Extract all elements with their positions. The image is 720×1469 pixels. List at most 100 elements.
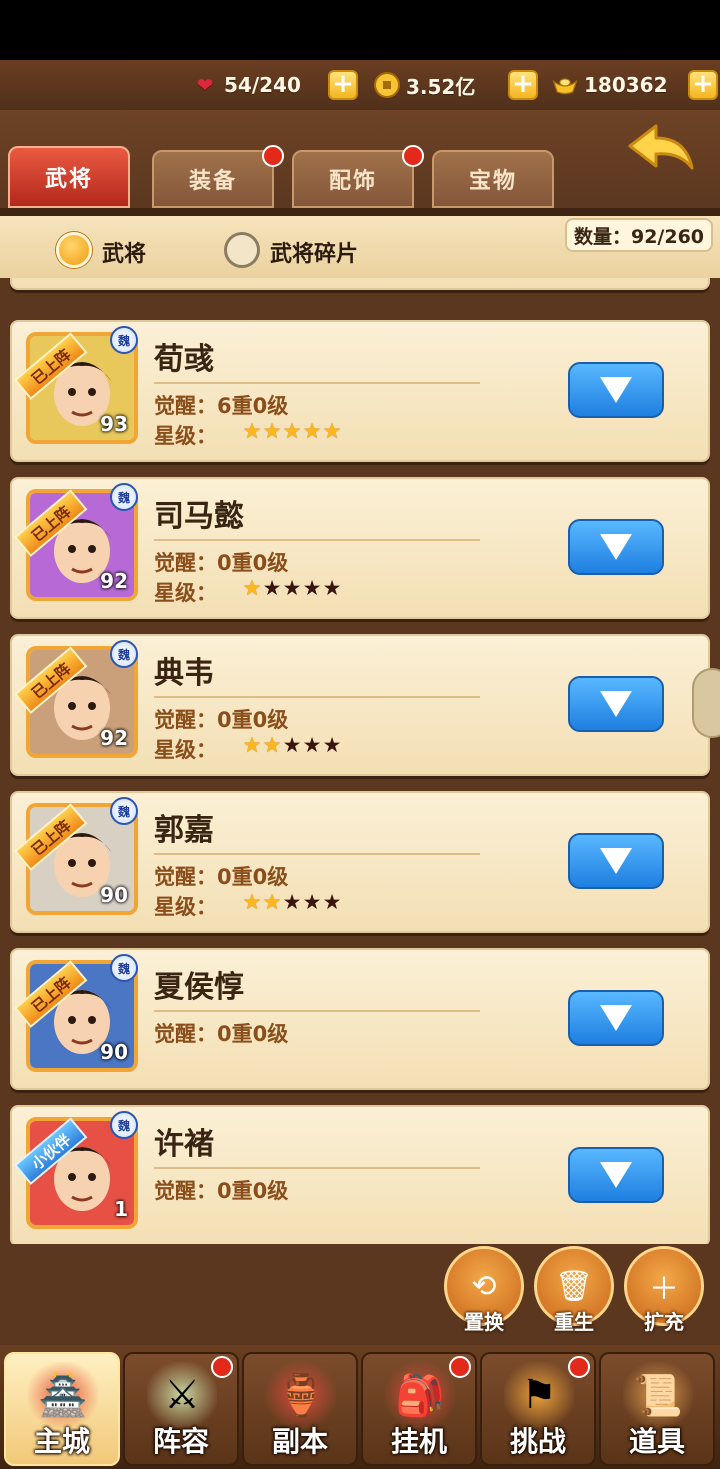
star-icon: ★	[262, 576, 282, 600]
tab-treasures[interactable]: 宝物	[432, 150, 554, 208]
radio-hero-fragments[interactable]	[224, 232, 260, 268]
accessories-badge	[402, 145, 424, 167]
tab-heroes[interactable]: 武将	[8, 146, 130, 208]
back-button[interactable]	[626, 122, 696, 178]
expand-details-button[interactable]	[568, 833, 664, 889]
nav-label: 挂机	[390, 1425, 447, 1458]
triangle-down-icon	[600, 1162, 632, 1188]
star-label: 星级：	[154, 424, 217, 448]
nav-badge	[211, 1356, 233, 1378]
gold-display: 180362	[552, 68, 668, 102]
name-underline	[154, 539, 480, 541]
star-icon: ★	[262, 733, 282, 757]
star-icon: ★	[242, 890, 262, 914]
name-underline	[154, 1167, 480, 1169]
list-item[interactable]: 90 魏已上阵 夏侯惇 觉醒：0重0级	[10, 948, 710, 1090]
name-underline	[154, 696, 480, 698]
list-item[interactable]: 92 魏已上阵 典韦 觉醒：0重0级 星级： ★ ★ ★ ★ ★	[10, 634, 710, 776]
add-coins-button[interactable]: +	[508, 70, 538, 100]
expand-details-button[interactable]	[568, 990, 664, 1046]
star-icon: ★	[302, 419, 322, 443]
awaken-level: 觉醒：0重0级	[154, 865, 289, 889]
swap-icon: ⟲	[471, 1268, 497, 1304]
add-stamina-button[interactable]: +	[328, 70, 358, 100]
triangle-down-icon	[600, 691, 632, 717]
stamina-display: ❤ 54/240	[192, 68, 301, 102]
divider	[0, 208, 720, 216]
rebirth-label: 重生	[554, 1310, 594, 1334]
gold-ingot-icon	[552, 72, 578, 98]
faction-badge: 魏	[110, 483, 138, 511]
star-rating: ★ ★ ★ ★ ★	[242, 420, 342, 442]
expand-details-button[interactable]	[568, 676, 664, 732]
back-arrow-icon	[628, 124, 694, 170]
equipment-badge	[262, 145, 284, 167]
name-underline	[154, 382, 480, 384]
star-icon: ★	[322, 733, 342, 757]
hero-level: 90	[100, 1040, 128, 1064]
hero-count: 数量：92/260	[565, 218, 713, 252]
dungeon-icon: 🏺	[266, 1362, 336, 1428]
tab-accessories[interactable]: 配饰	[292, 150, 414, 208]
nav-badge	[449, 1356, 471, 1378]
star-icon: ★	[322, 419, 342, 443]
stamina-value: 54/240	[224, 73, 301, 97]
radio-heroes-label[interactable]: 武将	[102, 236, 146, 268]
nav-idle[interactable]: 🎒 挂机	[361, 1352, 477, 1466]
radio-heroes[interactable]	[56, 232, 92, 268]
hero-level: 92	[100, 726, 128, 750]
hero-level: 1	[114, 1197, 128, 1221]
hero-name: 典韦	[154, 656, 214, 691]
star-label: 星级：	[154, 738, 217, 762]
nav-label: 阵容	[152, 1425, 209, 1458]
nav-items[interactable]: 📜 道具	[599, 1352, 715, 1466]
tab-equipment[interactable]: 装备	[152, 150, 274, 208]
star-icon: ★	[242, 419, 262, 443]
nav-label: 道具	[628, 1425, 685, 1458]
coins-display: 3.52亿	[374, 68, 475, 102]
heart-icon: ❤	[196, 73, 214, 97]
triangle-down-icon	[600, 377, 632, 403]
star-label: 星级：	[154, 895, 217, 919]
hero-level: 93	[100, 412, 128, 436]
star-rating: ★ ★ ★ ★ ★	[242, 734, 342, 756]
gold-value: 180362	[584, 73, 668, 97]
star-icon: ★	[282, 733, 302, 757]
nav-dungeon[interactable]: 🏺 副本	[242, 1352, 358, 1466]
expand-bag-icon: ＋	[649, 1272, 679, 1307]
coin-icon	[374, 72, 400, 98]
nav-challenge[interactable]: ⚑ 挑战	[480, 1352, 596, 1466]
star-icon: ★	[242, 733, 262, 757]
list-item[interactable]: 93 魏已上阵 荀彧 觉醒：6重0级 星级： ★ ★ ★ ★ ★	[10, 320, 710, 462]
trash-icon: 🗑	[554, 1268, 594, 1304]
radio-hero-fragments-label[interactable]: 武将碎片	[270, 236, 358, 268]
awaken-level: 觉醒：6重0级	[154, 394, 289, 418]
star-icon: ★	[262, 419, 282, 443]
nav-label: 主城	[33, 1425, 90, 1458]
hero-name: 许褚	[154, 1127, 214, 1162]
star-rating: ★ ★ ★ ★ ★	[242, 891, 342, 913]
side-scroll-handle[interactable]	[692, 668, 720, 738]
expand-details-button[interactable]	[568, 362, 664, 418]
star-icon: ★	[302, 890, 322, 914]
coins-value: 3.52亿	[406, 74, 476, 99]
idle-icon: 🎒	[385, 1362, 455, 1428]
star-rating: ★ ★ ★ ★ ★	[242, 577, 342, 599]
hero-list[interactable]: 93 魏已上阵 荀彧 觉醒：6重0级 星级： ★ ★ ★ ★ ★ 92 魏已上阵 司马懿 觉醒：0重0级星…	[0, 278, 720, 1244]
faction-badge: 魏	[110, 1111, 138, 1139]
star-icon: ★	[282, 890, 302, 914]
awaken-level: 觉醒：0重0级	[154, 1022, 289, 1046]
triangle-down-icon	[600, 848, 632, 874]
hero-level: 90	[100, 883, 128, 907]
nav-lineup[interactable]: ⚔ 阵容	[123, 1352, 239, 1466]
expand-details-button[interactable]	[568, 1147, 664, 1203]
nav-castle[interactable]: 🏯 主城	[4, 1352, 120, 1466]
nav-label: 挑战	[509, 1425, 566, 1458]
expand-details-button[interactable]	[568, 519, 664, 575]
list-item[interactable]: 90 魏已上阵 郭嘉 觉醒：0重0级 星级： ★ ★ ★ ★ ★	[10, 791, 710, 933]
list-item[interactable]: 1 魏小伙伴 许褚 觉醒：0重0级	[10, 1105, 710, 1244]
add-gold-button[interactable]: +	[688, 70, 718, 100]
list-item[interactable]: 92 魏已上阵 司马懿 觉醒：0重0级 星级： ★ ★ ★ ★ ★	[10, 477, 710, 619]
faction-badge: 魏	[110, 640, 138, 668]
challenge-icon: ⚑	[504, 1362, 574, 1428]
